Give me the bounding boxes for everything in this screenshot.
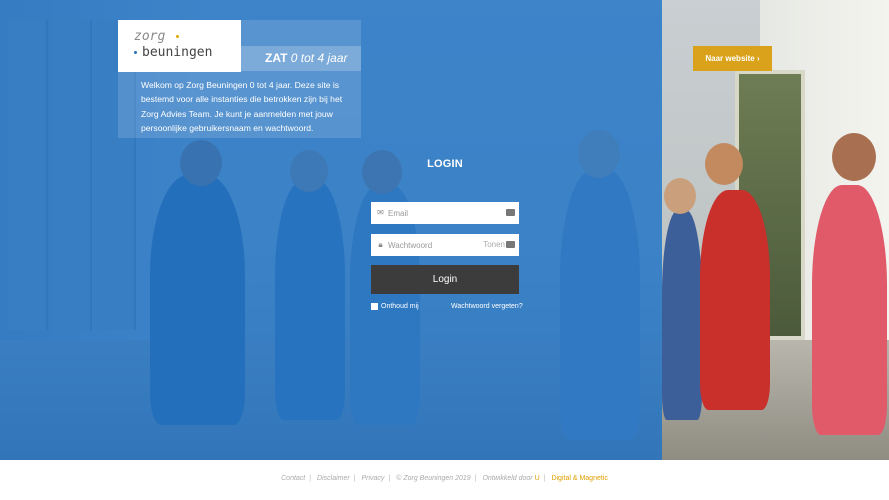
forgot-password-link[interactable]: Wachtwoord vergeten? [451, 303, 523, 310]
remember-label: Onthoud mij [381, 303, 419, 310]
remember-me[interactable]: Onthoud mij [371, 303, 419, 310]
tagline-bold: ZAT [265, 51, 288, 65]
email-field[interactable]: ✉ [371, 202, 519, 224]
intro-text: Welkom op Zorg Beuningen 0 tot 4 jaar. D… [141, 80, 343, 133]
password-input[interactable] [388, 234, 498, 256]
remember-checkbox[interactable] [371, 303, 378, 310]
footer-dev1-link[interactable]: U [535, 475, 540, 482]
footer-contact-link[interactable]: Contact [281, 475, 305, 482]
footer-copyright: © Zorg Beuningen 2019 [396, 475, 471, 482]
login-button[interactable]: Login [371, 265, 519, 294]
keyboard-icon [506, 209, 515, 216]
naar-website-button[interactable]: Naar website › [693, 46, 772, 71]
keyboard-icon [506, 241, 515, 248]
zorg-beuningen-logo[interactable]: zorg beuningen [118, 20, 241, 72]
footer-privacy-link[interactable]: Privacy [361, 475, 384, 482]
login-title: LOGIN [427, 158, 463, 170]
footer-dev2-link[interactable]: Digital & Magnetic [551, 475, 607, 482]
show-password-toggle[interactable]: Tonen [483, 240, 505, 249]
tagline-italic: 0 tot 4 jaar [290, 51, 348, 65]
logo-dot-icon [134, 51, 137, 54]
password-field[interactable]: 🔒︎ Tonen [371, 234, 519, 256]
logo-dot-icon [176, 35, 179, 38]
logo-text-line2: beuningen [142, 45, 213, 60]
email-input[interactable] [388, 202, 498, 224]
envelope-icon: ✉ [377, 208, 384, 217]
lock-icon: 🔒︎ [378, 240, 383, 249]
footer-developed-by: Ontwikkeld door [482, 475, 533, 482]
footer-links: Contact | Disclaimer | Privacy | © Zorg Beu… [281, 475, 608, 482]
program-tagline: ZAT 0 tot 4 jaar [241, 46, 361, 71]
logo-text-line1: zorg [134, 29, 166, 44]
footer-disclaimer-link[interactable]: Disclaimer [317, 475, 350, 482]
